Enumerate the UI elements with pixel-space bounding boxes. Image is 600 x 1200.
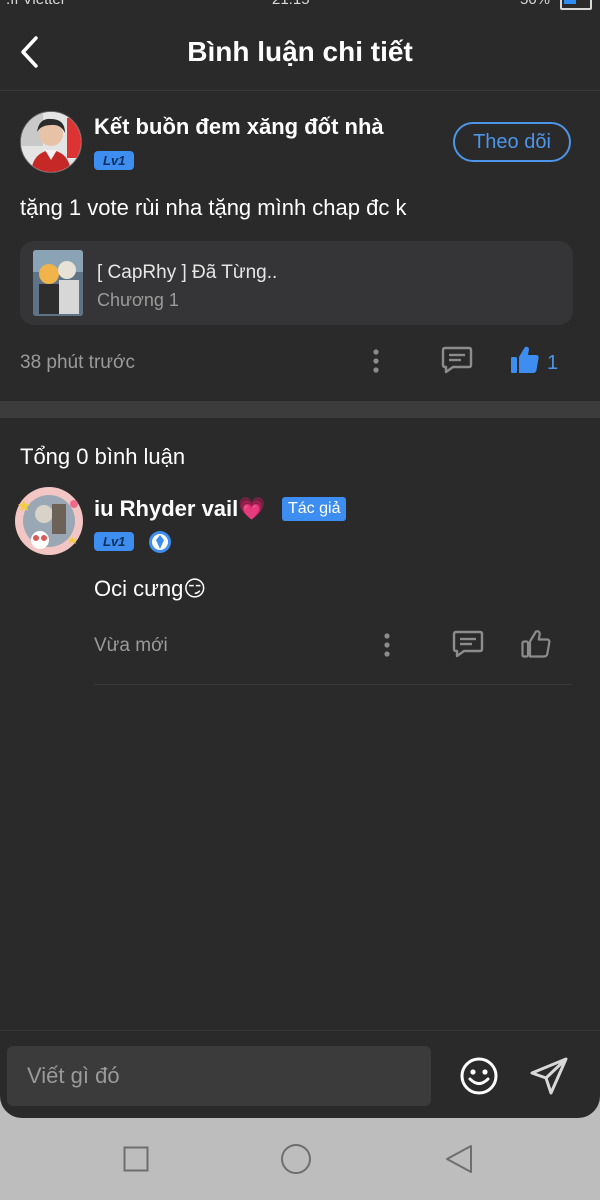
- carrier-label: .ıı Viettel: [6, 0, 64, 8]
- reply-avatar-image: [15, 487, 83, 555]
- avatar[interactable]: [20, 111, 82, 173]
- follow-button[interactable]: Theo dõi: [453, 122, 571, 162]
- comment-time: 38 phút trước: [20, 352, 135, 373]
- level-badge: Lv1: [94, 151, 135, 170]
- reply-more-button[interactable]: [377, 631, 397, 659]
- comment-text: tặng 1 vote rùi nha tặng mình chap đc k: [20, 195, 407, 220]
- shield-rank-icon: [149, 531, 171, 553]
- section-separator: [0, 401, 600, 418]
- battery-label: 50%: [520, 0, 550, 8]
- author-badge: Tác giả: [282, 497, 347, 521]
- more-icon: [373, 349, 379, 373]
- like-button[interactable]: [509, 344, 541, 376]
- reply-time: Vừa mới: [94, 635, 168, 656]
- comment-input-bar: [0, 1030, 600, 1118]
- page-title: Bình luận chi tiết: [187, 36, 413, 67]
- chapter-thumbnail: [33, 250, 83, 316]
- reply-divider: [94, 684, 572, 685]
- reply-level-badge: Lv1: [94, 532, 135, 551]
- rank-badge: [148, 530, 172, 554]
- reply-reply-button[interactable]: [452, 629, 484, 659]
- chapter-title: [ CapRhy ] Đã Từng..: [97, 262, 278, 283]
- triangle-nav-icon[interactable]: [444, 1143, 474, 1175]
- emoji-button[interactable]: [459, 1056, 499, 1096]
- status-bar: .ıı Viettel 21:15 50%: [0, 0, 600, 10]
- reply-text: Oci cưng😏: [94, 576, 207, 601]
- chapter-card[interactable]: [ CapRhy ] Đã Từng.. Chương 1: [20, 241, 573, 325]
- reply-like-button[interactable]: [520, 628, 552, 660]
- circle-nav-icon[interactable]: [280, 1143, 312, 1175]
- main-comment: Kết buồn đem xăng đốt nhà Lv1 Theo dõi t…: [0, 91, 600, 401]
- system-navigation-bar: [0, 1118, 600, 1200]
- send-icon: [530, 1057, 568, 1095]
- chapter-subtitle: Chương 1: [97, 290, 179, 310]
- replies-total: Tổng 0 bình luận: [20, 444, 186, 469]
- clock: 21:15: [272, 0, 310, 8]
- reply-username[interactable]: iu Rhyder vail💗: [94, 496, 266, 522]
- reply-button[interactable]: [441, 345, 473, 375]
- main-username[interactable]: Kết buồn đem xăng đốt nhà: [94, 114, 384, 140]
- app-window: .ıı Viettel 21:15 50% Bình luận chi tiết…: [0, 0, 600, 1118]
- avatar-image: [21, 112, 81, 172]
- more-icon: [384, 633, 390, 657]
- thumbs-up-icon: [511, 346, 539, 373]
- comment-icon: [441, 346, 473, 374]
- like-count: 1: [547, 352, 559, 374]
- header: Bình luận chi tiết: [0, 10, 600, 91]
- emoji-icon: [460, 1057, 498, 1095]
- square-nav-icon[interactable]: [123, 1146, 149, 1172]
- send-button[interactable]: [528, 1055, 570, 1097]
- thumbs-up-icon: [521, 630, 551, 658]
- comment-input[interactable]: [7, 1046, 431, 1106]
- more-button[interactable]: [366, 347, 386, 375]
- battery-icon: [560, 0, 592, 10]
- reply-avatar[interactable]: [14, 486, 84, 556]
- comment-icon: [452, 630, 484, 658]
